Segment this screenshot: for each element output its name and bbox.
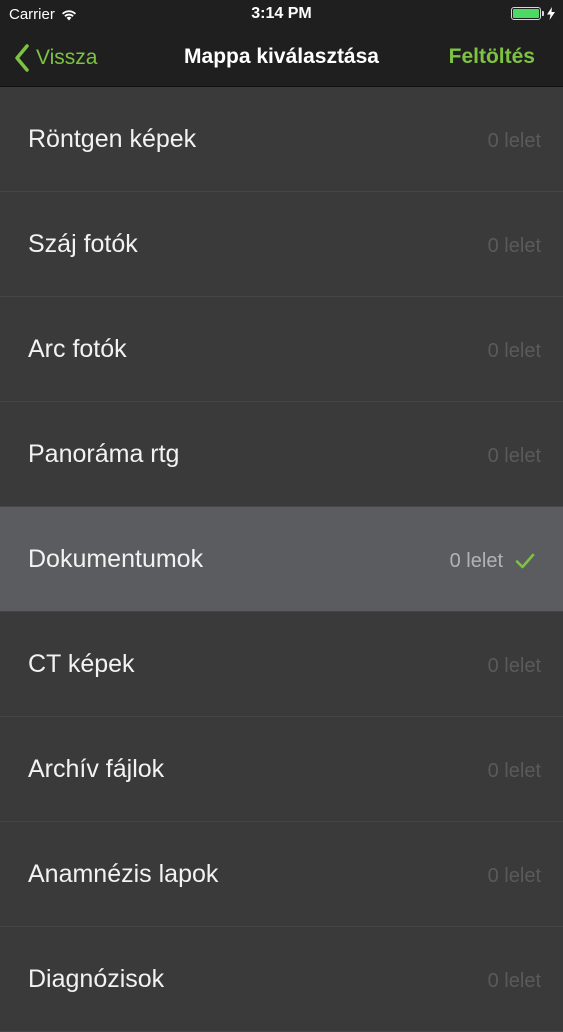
back-label: Vissza [36,46,98,69]
list-item[interactable]: CT képek 0 lelet [0,612,563,717]
list-item-selected[interactable]: Dokumentumok 0 lelet [0,507,563,612]
folder-count: 0 lelet [487,970,541,992]
folder-name: Diagnózisok [28,965,165,993]
list-item[interactable]: Arc fotók 0 lelet [0,297,563,402]
folder-count: 0 lelet [487,760,541,782]
list-item[interactable]: Anamnézis lapok 0 lelet [0,822,563,927]
list-item[interactable]: Archív fájlok 0 lelet [0,717,563,822]
navigation-bar: Vissza Mappa kiválasztása Feltöltés [0,30,563,87]
charging-bolt-icon [547,7,555,20]
status-bar: Carrier 3:14 PM [0,0,563,30]
folder-count: 0 lelet [487,235,541,257]
status-time: 3:14 PM [251,5,312,22]
checkmark-icon [515,553,535,569]
list-item[interactable]: Panoráma rtg 0 lelet [0,402,563,507]
battery-icon [511,7,541,20]
list-item[interactable]: Száj fotók 0 lelet [0,192,563,297]
folder-count: 0 lelet [487,130,541,152]
folder-name: Archív fájlok [28,755,165,783]
folder-count: 0 lelet [487,340,541,362]
folder-list: Röntgen képek 0 lelet Száj fotók 0 lelet… [0,87,563,1032]
folder-count: 0 lelet [487,445,541,467]
folder-name: CT képek [28,650,135,678]
battery-tip [542,11,544,16]
list-item[interactable]: Röntgen képek 0 lelet [0,87,563,192]
folder-count: 0 lelet [487,655,541,677]
chevron-left-icon [15,44,29,72]
folder-name: Száj fotók [28,230,138,258]
battery-level [513,9,539,18]
folder-name: Panoráma rtg [28,440,180,468]
folder-name: Röntgen képek [28,125,197,153]
folder-count: 0 lelet [487,865,541,887]
folder-name: Arc fotók [28,335,127,363]
folder-count: 0 lelet [449,550,503,572]
status-right [511,7,555,20]
folder-name: Anamnézis lapok [28,860,219,888]
folder-name: Dokumentumok [28,545,204,573]
upload-button[interactable]: Feltöltés [449,45,535,69]
back-button[interactable]: Vissza [14,42,97,74]
list-item[interactable]: Diagnózisok 0 lelet [0,927,563,1032]
